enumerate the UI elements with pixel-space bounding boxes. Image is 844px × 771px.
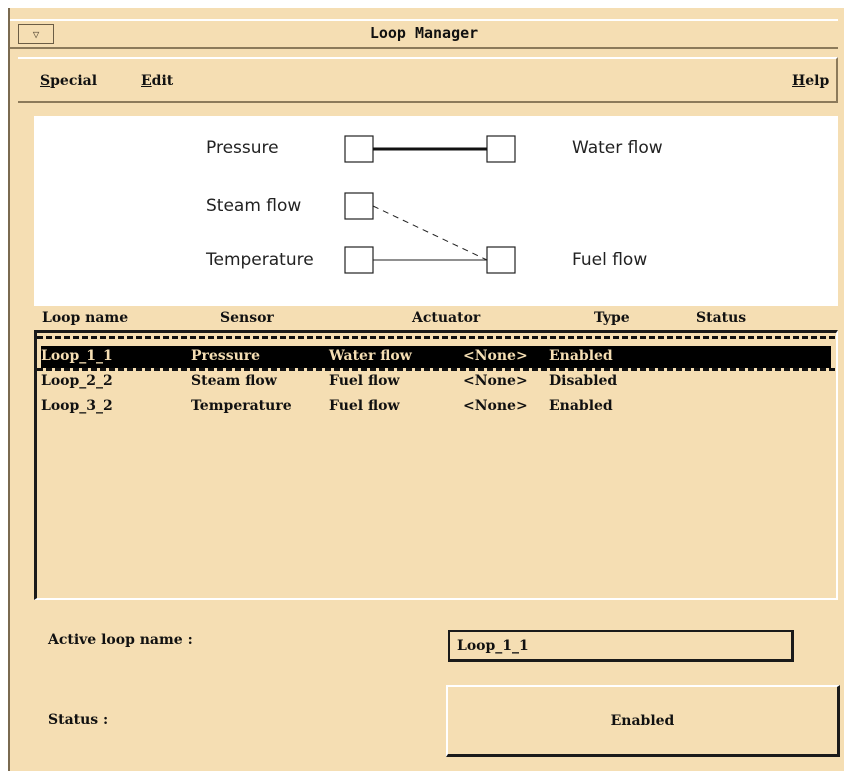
cell-sensor: Steam flow [191, 373, 277, 389]
menu-edit[interactable]: Edit [141, 73, 173, 89]
menu-special-label: pecial [50, 73, 98, 89]
sensor-node-pressure[interactable] [344, 135, 374, 163]
status-label: Status : [48, 712, 109, 728]
actuator-label-fuel-flow: Fuel flow [572, 250, 648, 270]
cell-type: <None> [463, 373, 528, 389]
active-loop-value: Loop_1_1 [457, 638, 529, 654]
loop-manager-window: ▽ Loop Manager Special Edit Help Pressur… [8, 8, 844, 771]
link-steam-flow-fuel-flow[interactable] [372, 205, 488, 261]
list-header: Loop name Sensor Actuator Type Status [34, 308, 834, 330]
header-status: Status [696, 310, 747, 326]
window-title: Loop Manager [369, 24, 479, 42]
cell-actuator: Water flow [329, 348, 412, 364]
title-bar[interactable]: ▽ Loop Manager [10, 19, 838, 49]
window-edge [838, 16, 844, 771]
menu-special-mnemonic: S [40, 73, 51, 89]
cell-status: Enabled [549, 348, 613, 364]
cell-actuator: Fuel flow [329, 373, 400, 389]
header-loop-name: Loop name [42, 310, 129, 326]
table-row[interactable]: Loop_1_1 Pressure Water flow <None> Enab… [41, 346, 831, 368]
loop-list[interactable]: Loop_1_1 Pressure Water flow <None> Enab… [34, 330, 838, 600]
menu-edit-label: dit [151, 73, 174, 89]
header-type: Type [594, 310, 630, 326]
sensor-node-steam-flow[interactable] [344, 192, 374, 220]
sensor-label-pressure: Pressure [206, 138, 279, 158]
sensor-label-steam-flow: Steam flow [206, 196, 302, 216]
table-row[interactable]: Loop_3_2 Temperature Fuel flow <None> En… [41, 396, 831, 418]
menu-help[interactable]: Help [792, 73, 829, 89]
status-value: Enabled [610, 712, 675, 729]
cell-loop-name: Loop_1_1 [41, 348, 113, 364]
loop-diagram-canvas [344, 135, 516, 274]
table-row[interactable]: Loop_2_2 Steam flow Fuel flow <None> Dis… [41, 371, 831, 393]
cell-status: Enabled [549, 398, 613, 414]
actuator-label-water-flow: Water flow [572, 138, 663, 158]
actuator-node-water-flow[interactable] [486, 135, 516, 163]
cell-loop-name: Loop_3_2 [41, 398, 113, 414]
menu-special[interactable]: Special [40, 73, 97, 89]
cell-sensor: Temperature [191, 398, 292, 414]
cell-sensor: Pressure [191, 348, 261, 364]
menu-help-label: elp [805, 73, 830, 89]
header-sensor: Sensor [220, 310, 274, 326]
loop-diagram: Pressure Steam flow Temperature Water fl… [34, 116, 838, 306]
cell-loop-name: Loop_2_2 [41, 373, 113, 389]
actuator-node-fuel-flow[interactable] [486, 246, 516, 274]
active-loop-field[interactable]: Loop_1_1 [448, 630, 794, 662]
menu-edit-mnemonic: E [141, 73, 152, 89]
status-button[interactable]: Enabled [446, 685, 840, 757]
sensor-node-temperature[interactable] [344, 246, 374, 274]
cell-actuator: Fuel flow [329, 398, 400, 414]
cell-type: <None> [463, 398, 528, 414]
menu-help-mnemonic: H [792, 73, 806, 89]
menu-bar: Special Edit Help [18, 57, 838, 103]
active-loop-label: Active loop name : [48, 632, 193, 648]
sensor-label-temperature: Temperature [206, 250, 314, 270]
cell-status: Disabled [549, 373, 618, 389]
cell-type: <None> [463, 348, 528, 364]
focus-outline-top [37, 336, 835, 339]
header-actuator: Actuator [412, 310, 481, 326]
